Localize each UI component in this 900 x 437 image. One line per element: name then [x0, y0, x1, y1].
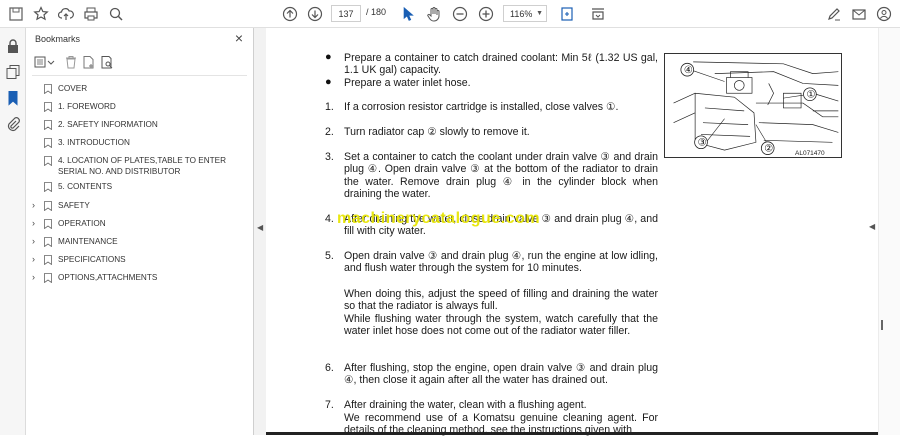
bookmark-flag-icon: [44, 201, 52, 212]
vertical-scrollbar[interactable]: [878, 28, 900, 435]
bookmark-flag-icon: [44, 255, 52, 266]
next-page-icon[interactable]: [305, 4, 325, 24]
main-toolbar: 137 / 180 116% ▼: [0, 0, 900, 28]
bookmarks-panel: Bookmarks × COVER 1. FOREWORD 2. SAFETY …: [26, 28, 254, 435]
chevron-right-icon[interactable]: ›: [32, 218, 35, 229]
scrollbar-thumb[interactable]: [881, 320, 883, 330]
step-text: Turn radiator cap ② slowly to remove it.: [344, 126, 530, 138]
bookmark-label: OPTIONS,ATTACHMENTS: [58, 273, 158, 282]
find-search-icon[interactable]: [106, 4, 126, 24]
chevron-right-icon[interactable]: ›: [32, 254, 35, 265]
step-note: When doing this, adjust the speed of fil…: [344, 288, 658, 313]
step-text: After draining the water, clean with a f…: [344, 399, 587, 411]
bookmark-flag-icon: [44, 120, 52, 131]
page-fit-icon[interactable]: [557, 4, 577, 24]
bullet-text: Prepare a container to catch drained coo…: [344, 52, 658, 77]
account-icon[interactable]: [874, 4, 894, 24]
page-total: / 180: [366, 7, 387, 17]
zoom-out-icon[interactable]: [450, 4, 470, 24]
bullet-dot: ●: [325, 51, 332, 63]
lock-icon[interactable]: [5, 38, 21, 54]
page-display-icon[interactable]: [588, 4, 608, 24]
watermark: machinerycatalogue.com: [337, 210, 541, 227]
callout-2: ②: [764, 144, 773, 155]
delete-icon[interactable]: [64, 55, 78, 69]
collapse-arrow-icon[interactable]: ◀: [257, 223, 263, 232]
step-note: While flushing water through the system,…: [344, 313, 658, 338]
bullet-dot: ●: [325, 76, 332, 88]
page-number-input[interactable]: 137: [331, 5, 361, 22]
panel-splitter[interactable]: ◀: [254, 28, 266, 435]
bookmark-label: COVER: [58, 84, 88, 93]
step-text: Set a container to catch the coolant und…: [344, 151, 658, 201]
step-number: 4.: [325, 213, 334, 225]
select-cursor-icon[interactable]: [398, 4, 418, 24]
callout-1: ①: [806, 90, 815, 101]
bookmarks-panel-icon[interactable]: [5, 90, 21, 106]
engine-drawing: ④ ① ③ ②: [673, 61, 839, 155]
chevron-down-icon: ▼: [536, 10, 543, 17]
chevron-right-icon[interactable]: ›: [32, 272, 35, 283]
bookmark-flag-icon: [44, 102, 52, 113]
bookmark-flag-icon: [44, 219, 52, 230]
bookmark-label: 4. LOCATION OF PLATES,TABLE TO ENTER SER…: [58, 156, 227, 176]
step-text: If a corrosion resistor cartridge is ins…: [344, 101, 619, 113]
bullet-text: Prepare a water inlet hose.: [344, 77, 471, 89]
attachments-icon[interactable]: [5, 116, 21, 132]
page-thumbnails-icon[interactable]: [5, 64, 21, 80]
new-bookmark-icon[interactable]: [82, 55, 96, 69]
step-text: After flushing, stop the engine, open dr…: [344, 362, 658, 387]
zoom-level-select[interactable]: 116% ▼: [503, 5, 547, 22]
hand-tool-icon[interactable]: [424, 4, 444, 24]
bookmark-flag-icon: [44, 182, 52, 193]
step-number: 6.: [325, 362, 334, 374]
step-number: 2.: [325, 126, 334, 138]
collapse-right-arrow-icon[interactable]: ◀: [869, 222, 875, 231]
bookmark-flag-icon: [44, 237, 52, 248]
engine-illustration: ④ ① ③ ②: [664, 53, 842, 158]
step-number: 1.: [325, 101, 334, 113]
zoom-in-icon[interactable]: [476, 4, 496, 24]
bookmark-star-icon[interactable]: [31, 4, 51, 24]
bookmark-label: SPECIFICATIONS: [58, 255, 126, 264]
upload-cloud-icon[interactable]: [56, 4, 76, 24]
bookmark-flag-icon: [44, 273, 52, 284]
bookmark-label: MAINTENANCE: [58, 237, 118, 246]
bookmark-flag-icon: [44, 156, 52, 167]
close-icon[interactable]: ×: [235, 30, 243, 46]
bookmark-label: OPERATION: [58, 219, 106, 228]
print-icon[interactable]: [81, 4, 101, 24]
fill-sign-icon[interactable]: [824, 4, 844, 24]
step-number: 3.: [325, 151, 334, 163]
email-icon[interactable]: [849, 4, 869, 24]
bookmark-flag-icon: [44, 84, 52, 95]
callout-4: ④: [684, 65, 693, 76]
bookmark-label: 2. SAFETY INFORMATION: [58, 120, 158, 129]
bookmark-label: 1. FOREWORD: [58, 102, 116, 111]
step-number: 7.: [325, 399, 334, 411]
bookmark-label: SAFETY: [58, 201, 90, 210]
zoom-level-value: 116%: [510, 8, 533, 19]
left-navigation-rail: [0, 28, 26, 435]
figure-code: AL071470: [795, 150, 825, 157]
bookmark-label: 3. INTRODUCTION: [58, 138, 130, 147]
panel-title: Bookmarks: [35, 34, 81, 44]
chevron-right-icon[interactable]: ›: [32, 236, 35, 247]
callout-3: ③: [698, 138, 707, 149]
chevron-right-icon[interactable]: ›: [32, 200, 35, 211]
step-text: Open drain valve ③ and drain plug ④, run…: [344, 250, 658, 275]
bookmark-flag-icon: [44, 138, 52, 149]
save-icon[interactable]: [6, 4, 26, 24]
step-number: 5.: [325, 250, 334, 262]
divider: [32, 75, 247, 76]
bookmark-properties-icon[interactable]: [100, 55, 114, 69]
options-menu-icon[interactable]: [34, 55, 56, 69]
bookmark-label: 5. CONTENTS: [58, 182, 113, 191]
previous-page-icon[interactable]: [280, 4, 300, 24]
